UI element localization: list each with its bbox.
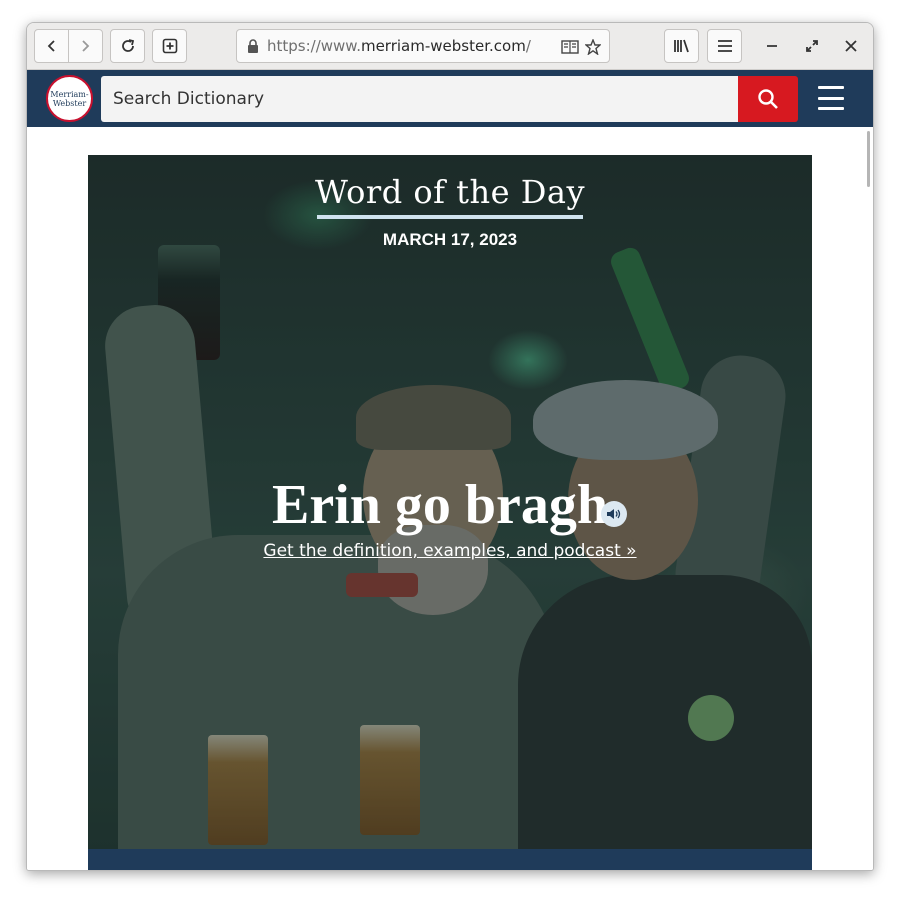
url-text[interactable]: https://www.merriam-webster.com/ — [267, 37, 531, 55]
url-prefix: https://www. — [267, 37, 361, 55]
back-button[interactable] — [35, 30, 68, 62]
logo-line-2: Webster — [52, 98, 87, 108]
hamburger-menu-icon — [717, 40, 732, 52]
library-icon — [673, 39, 689, 53]
browser-window: https://www.merriam-webster.com/ Merriam… — [26, 22, 874, 871]
reload-icon — [121, 39, 134, 52]
pronunciation-audio-button[interactable] — [601, 501, 627, 527]
lock-icon — [248, 39, 258, 53]
audio-icon — [607, 509, 621, 519]
address-bar[interactable]: https://www.merriam-webster.com/ — [236, 29, 610, 63]
navigation-buttons — [34, 29, 103, 63]
menu-icon[interactable] — [818, 86, 844, 110]
url-suffix: / — [525, 37, 531, 55]
maximize-button[interactable] — [801, 35, 823, 57]
definition-link[interactable]: Get the definition, examples, and podcas… — [88, 541, 812, 561]
url-host: merriam-webster.com — [360, 37, 526, 55]
close-icon — [845, 40, 857, 52]
search-placeholder: Search Dictionary — [113, 89, 264, 109]
minimize-icon — [767, 45, 777, 47]
word-of-the-day-word[interactable]: Erin go bragh — [272, 473, 608, 537]
logo-line-1: Merriam- — [50, 89, 89, 99]
word-of-the-day-hero: Word of the Day MARCH 17, 2023 Erin go b… — [88, 155, 812, 851]
menu-bar — [818, 86, 844, 89]
reader-view-icon[interactable] — [561, 40, 579, 54]
maximize-icon — [806, 40, 818, 52]
menu-bar — [818, 107, 844, 110]
library-button[interactable] — [664, 29, 699, 63]
back-icon — [47, 40, 55, 52]
bookmark-star-icon[interactable] — [585, 39, 601, 55]
new-tab-button[interactable] — [152, 29, 187, 63]
browser-toolbar: https://www.merriam-webster.com/ — [27, 23, 873, 70]
reload-button[interactable] — [110, 29, 145, 63]
minimize-button[interactable] — [761, 35, 783, 57]
search-button[interactable] — [738, 76, 798, 122]
heading-underline — [317, 215, 583, 219]
new-tab-icon — [162, 38, 177, 54]
search-icon — [758, 89, 778, 109]
forward-icon — [82, 40, 90, 52]
page-content: Word of the Day MARCH 17, 2023 Erin go b… — [27, 127, 873, 870]
merriam-webster-logo[interactable]: Merriam- Webster — [46, 75, 93, 122]
menu-bar — [818, 96, 844, 100]
close-button[interactable] — [840, 35, 862, 57]
word-of-the-day-heading[interactable]: Word of the Day — [88, 173, 812, 211]
hero-bottom-strip — [88, 851, 812, 870]
word-of-the-day-date: MARCH 17, 2023 — [382, 230, 518, 249]
page-scrollbar[interactable] — [867, 131, 870, 187]
site-header: Merriam- Webster Search Dictionary — [27, 70, 873, 127]
search-input[interactable]: Search Dictionary — [101, 76, 738, 122]
browser-menu-button[interactable] — [707, 29, 742, 63]
forward-button[interactable] — [69, 30, 102, 62]
